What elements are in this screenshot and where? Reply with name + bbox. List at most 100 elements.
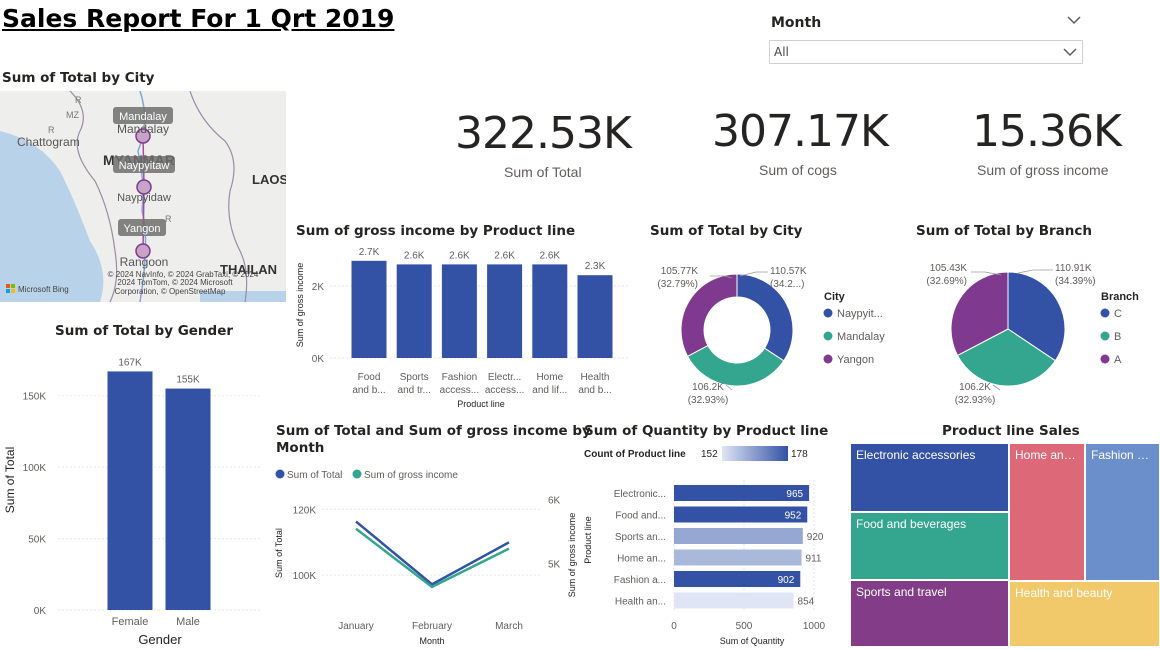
month-slicer-label: Month bbox=[771, 15, 822, 31]
city-donut-chart[interactable]: 110.57K (34.2...) 106.2K (32.93%) 105.77K (32… bbox=[640, 240, 900, 415]
quantity-bar[interactable] bbox=[674, 549, 802, 566]
product-income-bar[interactable] bbox=[351, 260, 387, 358]
city-donut-data-label: 110.57K bbox=[770, 266, 807, 277]
map-label-laos: LAOS bbox=[252, 172, 286, 187]
branch-pie-legend-item[interactable]: B bbox=[1114, 331, 1121, 343]
month-line-legend-item[interactable]: Sum of gross income bbox=[364, 470, 458, 481]
product-income-data-label: 2.6K bbox=[540, 250, 561, 261]
city-donut-data-label: (32.93%) bbox=[688, 395, 729, 406]
gender-data-label: 155K bbox=[176, 375, 200, 386]
map-label-r3: R bbox=[75, 95, 82, 105]
product-income-bar[interactable] bbox=[487, 264, 523, 358]
treemap-cell-food[interactable]: Food and beverages bbox=[850, 512, 1009, 580]
city-donut-legend-marker bbox=[823, 331, 833, 341]
gender-x-tick: Female bbox=[112, 616, 149, 628]
chevron-down-icon[interactable] bbox=[1066, 12, 1082, 32]
branch-pie-data-label: (32.69%) bbox=[926, 276, 967, 287]
gender-y-tick: 150K bbox=[23, 392, 47, 403]
month-line-series[interactable] bbox=[355, 527, 510, 589]
product-income-chart-title: Sum of gross income by Product line bbox=[296, 223, 576, 239]
treemap-cell-fashion[interactable]: Fashion ac... bbox=[1085, 443, 1160, 581]
quantity-y-tick: Health an... bbox=[615, 597, 666, 608]
quantity-x-tick: 0 bbox=[671, 621, 677, 632]
city-donut-data-label: 106.2K bbox=[692, 382, 724, 393]
gender-y-tick: 0K bbox=[34, 606, 47, 617]
quantity-bar-chart[interactable]: Count of Product line 152 178 0 500 1000 E… bbox=[560, 440, 845, 649]
gender-data-label: 167K bbox=[118, 357, 142, 368]
product-income-bar[interactable] bbox=[441, 264, 477, 358]
map-label-naypyidaw: Naypyidaw bbox=[117, 192, 171, 204]
treemap-cell-electronic[interactable]: Electronic accessories bbox=[850, 443, 1009, 512]
treemap-cell-home[interactable]: Home and... bbox=[1009, 443, 1085, 581]
month-line-chart[interactable]: Sum of Total Sum of gross income 100K 120K… bbox=[270, 460, 580, 649]
quantity-y-tick: Electronic... bbox=[614, 489, 666, 500]
product-income-bar[interactable] bbox=[532, 264, 568, 358]
branch-pie-data-label: (34.39%) bbox=[1055, 276, 1096, 287]
city-donut-legend-marker bbox=[823, 308, 833, 318]
month-slicer-dropdown[interactable]: All bbox=[769, 40, 1083, 64]
map-label-yangon-bubble: Yangon bbox=[123, 223, 160, 235]
quantity-legend-gradient bbox=[722, 446, 788, 461]
map-label-rangoon: Rangoon bbox=[120, 255, 169, 269]
product-income-x-axis-label: Product line bbox=[457, 399, 505, 409]
city-donut-legend-item[interactable]: Naypyit... bbox=[837, 308, 883, 320]
product-income-y-tick: 0K bbox=[312, 354, 325, 365]
product-income-bar[interactable] bbox=[396, 264, 432, 358]
quantity-bar[interactable] bbox=[674, 592, 794, 609]
product-income-bar-chart[interactable]: 0K 2K 2.7K Food and b... 2.6K Sports and tr...… bbox=[290, 240, 640, 410]
product-income-x-tick: Sports bbox=[400, 372, 429, 383]
product-income-y-tick: 2K bbox=[312, 282, 325, 293]
branch-pie-legend-item[interactable]: C bbox=[1114, 308, 1122, 320]
product-income-data-label: 2.3K bbox=[585, 261, 606, 272]
gender-y-axis-label: Sum of Total bbox=[3, 447, 17, 513]
quantity-data-label: 911 bbox=[806, 554, 822, 565]
quantity-bar[interactable] bbox=[674, 528, 803, 544]
card-gross-income-value: 15.36K bbox=[972, 106, 1122, 157]
city-donut-slice[interactable] bbox=[686, 344, 785, 387]
quantity-data-label: 854 bbox=[798, 597, 815, 608]
month-line-legend-item[interactable]: Sum of Total bbox=[287, 470, 342, 481]
quantity-y-tick: Food and... bbox=[615, 511, 666, 522]
branch-pie-legend-marker bbox=[1100, 308, 1110, 318]
quantity-chart-title: Sum of Quantity by Product line bbox=[584, 423, 829, 439]
quantity-y-tick: Sports an... bbox=[615, 532, 666, 543]
quantity-legend-min: 152 bbox=[701, 449, 718, 460]
quantity-data-label: 965 bbox=[786, 489, 803, 500]
treemap-cell-sports[interactable]: Sports and travel bbox=[850, 580, 1009, 647]
month-line-y-tick: 100K bbox=[293, 571, 317, 582]
map-attribution-3: Corporation, © OpenStreetMap bbox=[115, 287, 226, 296]
product-income-y-axis-label: Sum of gross income bbox=[295, 263, 305, 348]
card-total-value: 322.53K bbox=[455, 108, 632, 159]
product-income-x-tick: and lif... bbox=[532, 385, 567, 396]
branch-pie-legend-item[interactable]: A bbox=[1114, 354, 1122, 366]
gender-bar[interactable] bbox=[165, 388, 211, 610]
gender-bar-chart[interactable]: 0K50K100K150K 167KFemale155KMale Gender … bbox=[0, 340, 270, 649]
branch-pie-chart[interactable]: 110.91K (34.39%) 106.2K (32.93%) 105.43K (32.… bbox=[905, 240, 1160, 415]
map-label-r1: R bbox=[48, 125, 55, 135]
treemap-cell-health[interactable]: Health and beauty bbox=[1009, 581, 1160, 647]
city-donut-data-label: (34.2...) bbox=[770, 279, 804, 290]
city-donut-data-label: 105.77K bbox=[661, 266, 699, 277]
gender-bar[interactable] bbox=[107, 371, 153, 610]
map-label-r2: R bbox=[165, 214, 172, 224]
gender-y-tick: 100K bbox=[23, 463, 47, 474]
branch-pie-legend-marker bbox=[1100, 331, 1110, 341]
city-map[interactable]: Mandalay Mandalay Chattogram MYANMAR Nay… bbox=[0, 91, 286, 302]
city-donut-legend-item[interactable]: Mandalay bbox=[837, 331, 885, 343]
branch-pie-legend-marker bbox=[1100, 354, 1110, 364]
city-donut-legend-item[interactable]: Yangon bbox=[837, 354, 874, 366]
product-income-x-tick: access... bbox=[485, 385, 524, 396]
quantity-y-axis-label: Product line bbox=[583, 516, 593, 564]
product-income-bar[interactable] bbox=[577, 275, 613, 358]
city-donut-data-label: (32.79%) bbox=[657, 279, 698, 290]
city-donut-legend-title: City bbox=[824, 291, 846, 303]
quantity-legend-max: 178 bbox=[791, 449, 808, 460]
product-line-treemap[interactable]: Electronic accessories Food and beverage… bbox=[850, 443, 1160, 647]
month-line-y-tick: 120K bbox=[293, 505, 317, 516]
map-label-chattogram: Chattogram bbox=[17, 135, 80, 149]
product-income-data-label: 2.6K bbox=[404, 250, 425, 261]
chevron-down-icon bbox=[1062, 44, 1078, 64]
month-line-legend-marker bbox=[275, 469, 285, 479]
product-income-x-tick: access... bbox=[440, 385, 479, 396]
quantity-y-axis-label-2: Sum of gross income bbox=[567, 513, 577, 598]
